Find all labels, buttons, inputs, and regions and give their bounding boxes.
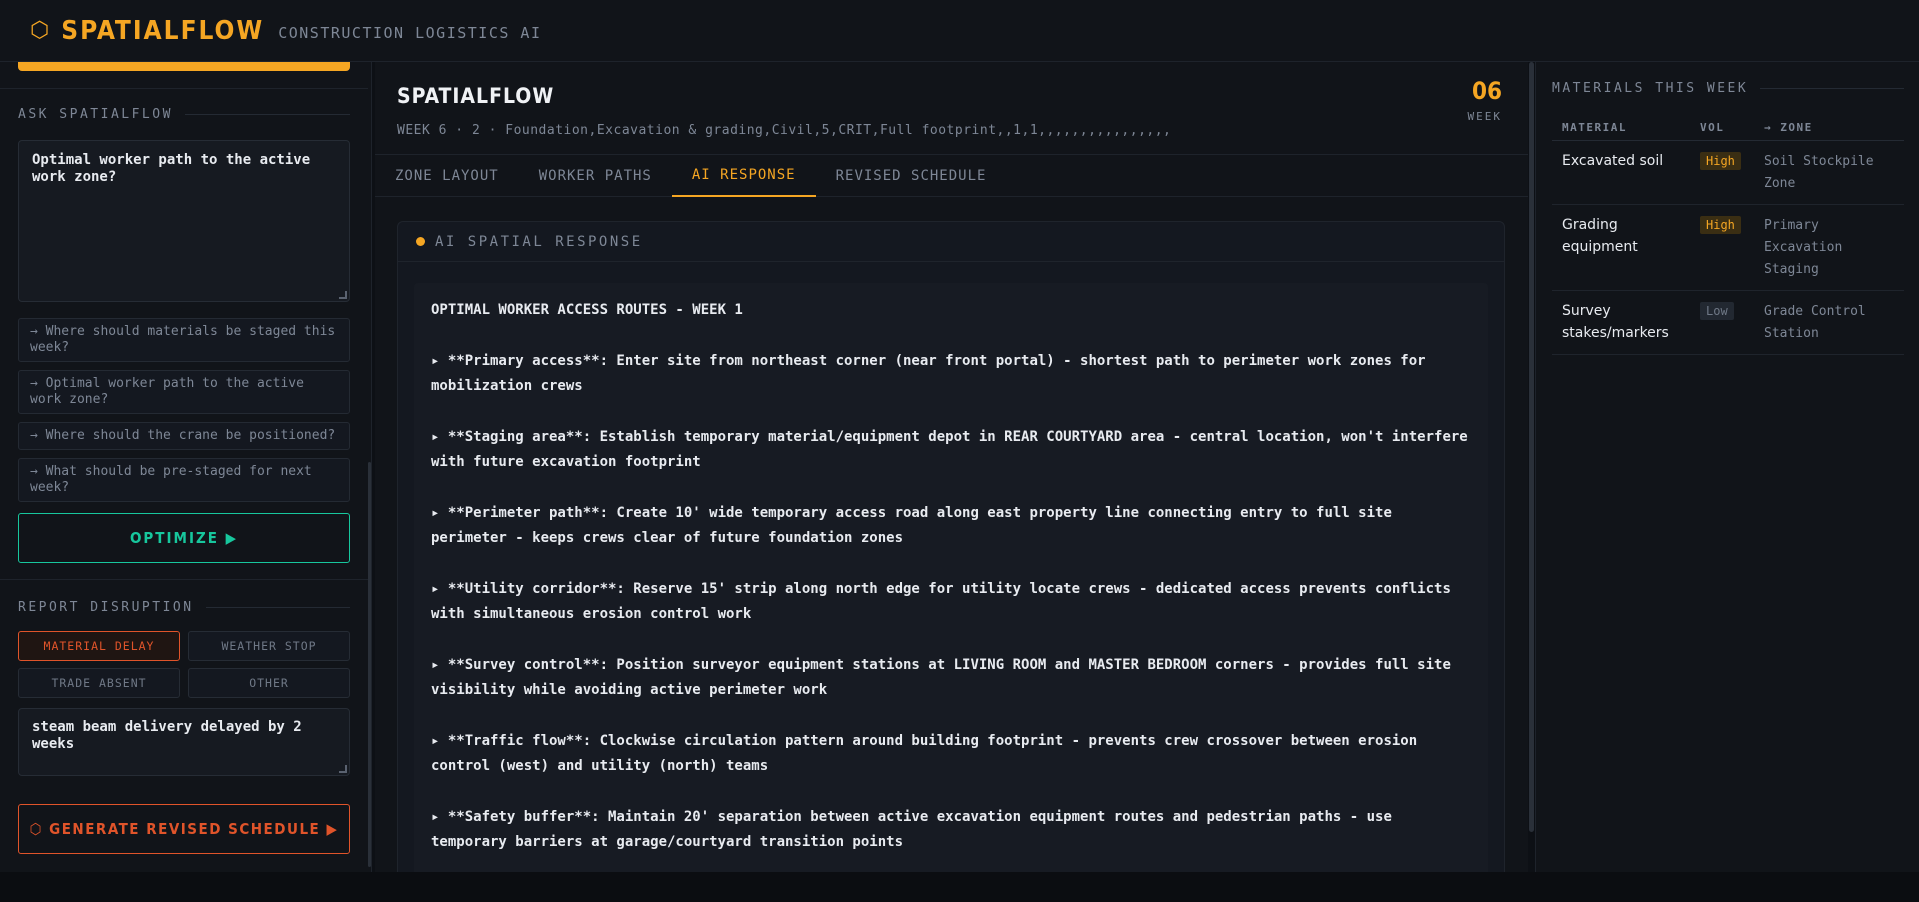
- zone-name: Soil Stockpile Zone: [1764, 154, 1874, 191]
- section-rule: [184, 114, 350, 115]
- material-delay-button[interactable]: MATERIAL DELAY: [18, 631, 180, 661]
- ai-response-card: AI SPATIAL RESPONSE OPTIMAL WORKER ACCES…: [397, 221, 1505, 872]
- response-title: OPTIMAL WORKER ACCESS ROUTES - WEEK 1: [431, 302, 743, 318]
- zone-name: Grade Control Station: [1764, 304, 1866, 341]
- material-name: Excavated soil: [1562, 153, 1664, 169]
- suggestion-crane-position[interactable]: → Where should the crane be positioned?: [18, 422, 350, 450]
- response-item: ▸ **Safety buffer**: Maintain 20' separa…: [431, 809, 1392, 850]
- zone-cell: Grade Control Station: [1754, 290, 1904, 355]
- ai-response-header-text: AI SPATIAL RESPONSE: [435, 233, 643, 250]
- report-label-text: REPORT DISRUPTION: [18, 600, 194, 615]
- volume-badge: Low: [1700, 302, 1734, 320]
- response-item: ▸ **Survey control**: Position surveyor …: [431, 657, 1451, 698]
- response-item: ▸ **Traffic flow**: Clockwise circulatio…: [431, 733, 1418, 774]
- section-rule: [1760, 88, 1904, 89]
- material-cell: Excavated soil: [1552, 140, 1690, 205]
- resize-handle-icon[interactable]: [339, 291, 347, 299]
- column-header-zone: → ZONE: [1754, 114, 1904, 141]
- response-item: ▸ **Staging area**: Establish temporary …: [431, 429, 1468, 470]
- generate-revised-schedule-button[interactable]: ⬡ GENERATE REVISED SCHEDULE ▶: [18, 804, 350, 854]
- tab-ai-response[interactable]: AI RESPONSE: [671, 155, 816, 197]
- materials-label-text: MATERIALS THIS WEEK: [1552, 81, 1749, 96]
- app-title: SPATIALFLOW: [61, 15, 265, 46]
- zone-name: Primary Excavation Staging: [1764, 218, 1843, 277]
- column-header-vol: VOL: [1690, 114, 1754, 141]
- materials-table: MATERIAL VOL → ZONE Excavated soil High …: [1552, 114, 1904, 355]
- ask-textarea-value: Optimal worker path to the active work z…: [32, 152, 311, 185]
- ask-textarea[interactable]: Optimal worker path to the active work z…: [18, 140, 350, 302]
- left-sidebar: ASK SPATIALFLOW Optimal worker path to t…: [0, 62, 372, 872]
- main-scrollbar[interactable]: [1529, 62, 1534, 832]
- disruption-textarea[interactable]: steam beam delivery delayed by 2 weeks: [18, 708, 350, 776]
- sidebar-divider: [0, 579, 368, 580]
- disruption-textarea-value: steam beam delivery delayed by 2 weeks: [32, 719, 302, 752]
- vol-cell: High: [1690, 140, 1754, 205]
- material-name: Grading equipment: [1562, 217, 1638, 255]
- table-row: Survey stakes/markers Low Grade Control …: [1552, 290, 1904, 355]
- week-label: WEEK: [1467, 110, 1502, 123]
- table-header-row: MATERIAL VOL → ZONE: [1552, 114, 1904, 141]
- report-disruption-label: REPORT DISRUPTION: [18, 600, 350, 615]
- app-subtitle: CONSTRUCTION LOGISTICS AI: [278, 23, 542, 42]
- resize-handle-icon[interactable]: [339, 765, 347, 773]
- week-number: 06: [1471, 77, 1502, 105]
- zone-cell: Primary Excavation Staging: [1754, 204, 1904, 291]
- main-panel: SPATIALFLOW WEEK 6 · 2 · Foundation,Exca…: [375, 62, 1528, 872]
- suggestion-stage-materials[interactable]: → Where should materials be staged this …: [18, 318, 350, 362]
- page-title: SPATIALFLOW: [397, 84, 555, 108]
- trade-absent-button[interactable]: TRADE ABSENT: [18, 668, 180, 698]
- tab-revised-schedule[interactable]: REVISED SCHEDULE: [816, 155, 1007, 197]
- sidebar-divider: [0, 88, 368, 89]
- tab-worker-paths[interactable]: WORKER PATHS: [519, 155, 672, 197]
- material-cell: Survey stakes/markers: [1552, 290, 1690, 355]
- sidebar-top-button-edge[interactable]: [18, 62, 350, 71]
- material-name: Survey stakes/markers: [1562, 303, 1669, 341]
- table-row: Excavated soil High Soil Stockpile Zone: [1552, 140, 1904, 205]
- zone-cell: Soil Stockpile Zone: [1754, 140, 1904, 205]
- section-rule: [205, 607, 350, 608]
- vol-cell: High: [1690, 204, 1754, 291]
- ask-label-text: ASK SPATIALFLOW: [18, 107, 173, 122]
- tab-zone-layout[interactable]: ZONE LAYOUT: [375, 155, 519, 197]
- app-header: ⬡ SPATIALFLOW CONSTRUCTION LOGISTICS AI: [0, 0, 1919, 62]
- table-row: Grading equipment High Primary Excavatio…: [1552, 204, 1904, 291]
- vol-cell: Low: [1690, 290, 1754, 355]
- ask-section-label: ASK SPATIALFLOW: [18, 107, 350, 122]
- sidebar-scrollbar[interactable]: [368, 462, 371, 867]
- optimize-button[interactable]: OPTIMIZE ▶: [18, 513, 350, 563]
- suggestion-worker-path[interactable]: → Optimal worker path to the active work…: [18, 370, 350, 414]
- volume-badge: High: [1700, 216, 1741, 234]
- week-task-summary: WEEK 6 · 2 · Foundation,Excavation & gra…: [397, 123, 1172, 138]
- materials-section-label: MATERIALS THIS WEEK: [1552, 81, 1904, 96]
- tab-bar: ZONE LAYOUT WORKER PATHS AI RESPONSE REV…: [375, 154, 1528, 197]
- response-item: ▸ **Primary access**: Enter site from no…: [431, 353, 1426, 394]
- material-cell: Grading equipment: [1552, 204, 1690, 291]
- ai-response-body: OPTIMAL WORKER ACCESS ROUTES - WEEK 1 ▸ …: [414, 283, 1488, 872]
- response-item: ▸ **Perimeter path**: Create 10' wide te…: [431, 505, 1392, 546]
- response-item: ▸ **Utility corridor**: Reserve 15' stri…: [431, 581, 1451, 622]
- suggestion-pre-stage[interactable]: → What should be pre-staged for next wee…: [18, 458, 350, 502]
- weather-stop-button[interactable]: WEATHER STOP: [188, 631, 350, 661]
- bottom-strip: [0, 872, 1919, 902]
- hexagon-logo-icon: ⬡: [30, 18, 50, 43]
- column-header-material: MATERIAL: [1552, 114, 1690, 141]
- volume-badge: High: [1700, 152, 1741, 170]
- other-button[interactable]: OTHER: [188, 668, 350, 698]
- materials-panel: MATERIALS THIS WEEK MATERIAL VOL → ZONE …: [1535, 62, 1919, 872]
- ai-response-header: AI SPATIAL RESPONSE: [398, 222, 1504, 262]
- status-dot-icon: [416, 237, 425, 246]
